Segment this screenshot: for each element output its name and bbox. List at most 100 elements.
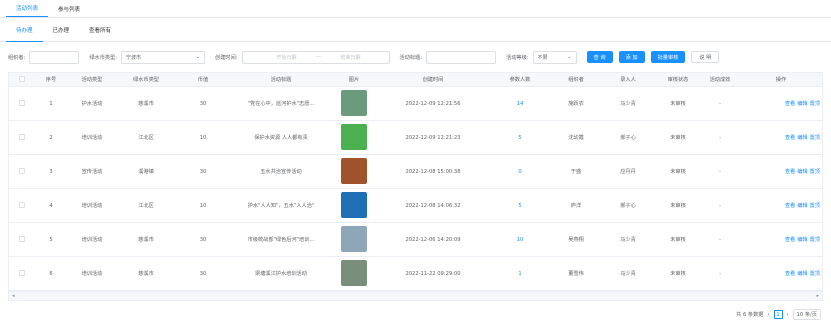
pin-button[interactable]: 置顶 [810,169,820,175]
col-value: 币值 [197,77,209,83]
cell-title: "党在心中，巡河护水"志愿... [247,101,315,107]
pin-button[interactable]: 置顶 [810,271,820,277]
date-range-input[interactable]: 开始日期 — 结束日期 [241,50,390,64]
tab-view-all[interactable]: 查看所有 [79,20,121,42]
scroll-right-icon[interactable]: ▸ [816,293,819,299]
cell-count[interactable]: 1 [489,271,551,277]
table-row: 3 宣传活动 溪港镇 30 五水共治宣传活动 2022-12-08 15:00:38 0 于盛… [9,155,822,189]
pin-button[interactable]: 置顶 [810,101,820,107]
edit-button[interactable]: 编辑 [797,169,807,175]
cell-value: 10 [199,202,207,209]
cell-title: 护水"人人知"，五水"人人治" [247,203,315,209]
horizontal-scrollbar[interactable]: ◂ ▸ [9,291,822,300]
table-row: 2 培训活动 江北区 10 保护水资源 人人都有责 2022-12-09 12:21:23… [9,121,822,155]
edit-button[interactable]: 编辑 [797,135,807,141]
tab-pending[interactable]: 待办理 [6,20,43,42]
batch-review-button[interactable]: 批量审核 [650,51,686,63]
row-checkbox[interactable] [19,235,25,242]
activity-thumbnail[interactable] [341,259,367,286]
tab-participant-list[interactable]: 参与列表 [48,5,90,17]
activity-thumbnail[interactable] [341,157,367,184]
cell-effect: - [719,202,721,209]
activity-thumbnail[interactable] [341,123,367,150]
row-checkbox[interactable] [19,201,25,208]
view-button[interactable]: 查看 [785,101,795,107]
row-checkbox[interactable] [19,133,25,140]
cell-status: 未审核 [670,169,686,175]
pin-button[interactable]: 置顶 [810,135,820,141]
search-button[interactable]: 查 询 [586,51,613,63]
water-type-select[interactable]: 宁波市 ⌄ [121,50,205,64]
cell-type: 培训活动 [81,135,103,141]
cell-count[interactable]: 14 [489,101,551,107]
row-checkbox[interactable] [19,269,25,276]
cell-title: 市级统战部"绿色后河"培训... [247,237,315,243]
cell-value: 30 [199,236,207,243]
cell-value: 30 [199,270,207,277]
cell-image [331,89,377,118]
col-entry: 录入人 [620,77,636,83]
cell-no: 6 [49,270,53,277]
cell-org: 施跃衣 [568,101,584,107]
edit-button[interactable]: 编辑 [797,101,807,107]
view-button[interactable]: 查看 [785,271,795,277]
col-image: 图片 [348,77,360,83]
pin-button[interactable]: 置顶 [810,237,820,243]
edit-button[interactable]: 编辑 [797,271,807,277]
prev-page-icon[interactable]: ‹ [767,312,769,318]
tab-activity-list[interactable]: 活动列表 [6,4,49,17]
row-checkbox-cell [9,167,35,176]
activity-thumbnail[interactable] [341,225,367,252]
cell-count[interactable]: 10 [489,237,551,243]
scroll-left-icon[interactable]: ◂ [12,293,15,299]
cell-count[interactable]: 0 [489,169,551,175]
page-size-select[interactable]: 10 条/页 [792,309,821,320]
view-button[interactable]: 查看 [785,203,795,209]
add-button[interactable]: 添 加 [618,51,645,63]
cell-time: 2022-12-06 14:20:09 [405,236,461,243]
cell-effect: - [719,168,721,175]
title-input[interactable] [426,50,496,64]
row-checkbox[interactable] [19,167,25,174]
cell-image [331,191,377,220]
cell-count[interactable]: 5 [489,135,551,141]
cell-value: 30 [199,168,207,175]
activity-thumbnail[interactable] [341,89,367,116]
tab-done[interactable]: 已办理 [43,20,80,42]
cell-coin: 江北区 [138,203,154,209]
edit-button[interactable]: 编辑 [797,203,807,209]
end-date-placeholder: 结束日期 [340,54,361,61]
cell-entry: 郝子心 [620,135,636,141]
row-checkbox[interactable] [19,99,25,106]
water-type-value: 宁波市 [126,54,142,61]
select-all-checkbox[interactable] [19,75,25,82]
start-date-placeholder: 开始日期 [276,54,297,61]
row-checkbox-cell [9,269,35,278]
time-label: 创建时间: [215,54,238,61]
row-checkbox-cell [9,133,35,142]
view-button[interactable]: 查看 [785,237,795,243]
cell-time: 2022-12-08 14:06:32 [405,202,461,209]
table-header: 序号 活动类型 绿水币类型 币值 活动标题 图片 创建时间 参数人数 组织者 录… [9,73,822,87]
col-org: 组织者 [568,77,584,83]
cell-status: 未审核 [670,101,686,107]
cell-type: 护水活动 [81,101,103,107]
org-input[interactable] [29,50,80,64]
cell-coin: 慈溪市 [138,237,154,243]
page-number[interactable]: 1 [773,310,783,319]
cell-org: 吴燕翔 [568,237,584,243]
edit-button[interactable]: 编辑 [797,237,807,243]
pin-button[interactable]: 置顶 [810,203,820,209]
cell-count[interactable]: 5 [489,203,551,209]
level-select[interactable]: 不限 ⌄ [532,50,577,64]
cell-coin: 慈溪市 [138,271,154,277]
view-button[interactable]: 查看 [785,169,795,175]
next-page-icon[interactable]: › [787,312,789,318]
activity-thumbnail[interactable] [341,191,367,218]
cell-org: 沈幼霞 [568,135,584,141]
water-type-label: 绿水币类型: [89,54,117,61]
cell-type: 培训活动 [81,237,103,243]
description-button[interactable]: 说 明 [691,51,720,63]
cell-coin: 江北区 [138,135,154,141]
view-button[interactable]: 查看 [785,135,795,141]
